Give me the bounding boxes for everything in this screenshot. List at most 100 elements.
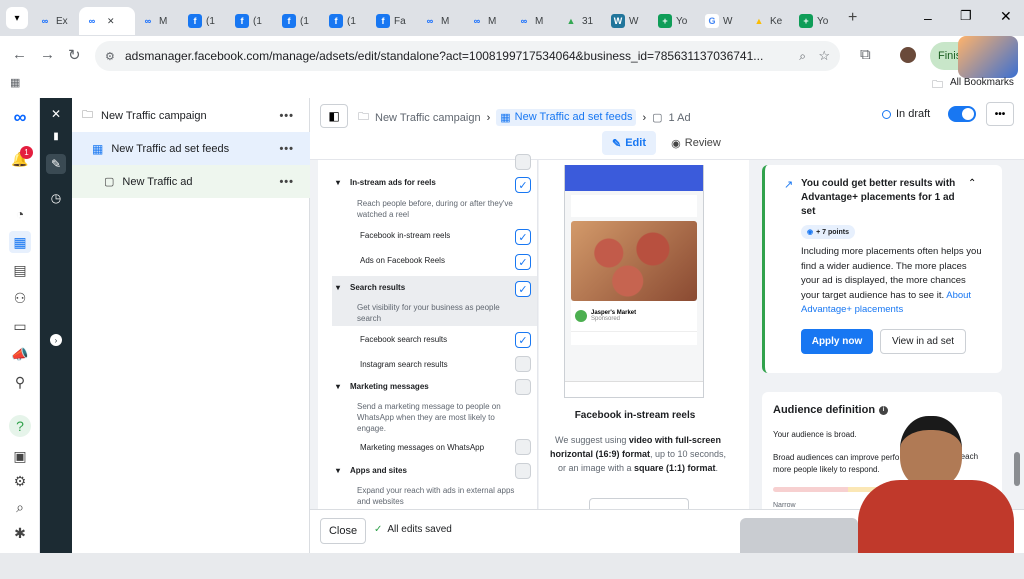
crumb-campaign[interactable]: New Traffic campaign <box>375 112 481 124</box>
browser-tab[interactable]: GW <box>699 7 746 35</box>
billing-icon[interactable]: ▭ <box>9 315 31 337</box>
apps-sites-group[interactable]: ▾ Apps and sites <box>332 466 537 475</box>
placement-checkbox-top[interactable] <box>515 154 531 170</box>
dashboard-icon[interactable]: ◔ <box>9 203 31 225</box>
save-status-label: All edits saved <box>387 524 452 535</box>
browser-tab[interactable]: + Yo <box>652 7 699 35</box>
msg-whatsapp-checkbox[interactable] <box>515 439 531 455</box>
pages-icon[interactable]: ▤ <box>9 259 31 281</box>
browser-tab[interactable]: ∞ M <box>511 7 558 35</box>
collapse-chevron-icon[interactable]: ⌃ <box>968 178 976 189</box>
close-tab-icon[interactable]: ✕ <box>107 16 115 27</box>
edit-pencil-icon[interactable]: ✎ <box>46 154 66 174</box>
save-status: ✓ All edits saved <box>374 524 452 535</box>
reload-icon[interactable]: ↻ <box>68 46 81 64</box>
browser-tab[interactable]: ∞ M <box>417 7 464 35</box>
close-editor-icon[interactable]: ✕ <box>46 104 66 124</box>
browser-tab[interactable]: ▲ 31 <box>558 7 605 35</box>
browser-tab[interactable]: ∞ ✕ <box>79 7 135 35</box>
toggle-sidebar-button[interactable]: ◧ <box>320 104 348 128</box>
review-tab[interactable]: ◉ Review <box>666 131 726 155</box>
back-icon[interactable]: ← <box>12 46 27 63</box>
breadcrumb: 🗀 New Traffic campaign › ▦ New Traffic ad… <box>358 108 691 127</box>
apps-checkbox[interactable] <box>515 463 531 479</box>
browser-tab[interactable]: + Yo <box>793 7 840 35</box>
publish-toggle[interactable] <box>948 106 976 122</box>
restore-button[interactable]: ❐ <box>960 8 972 24</box>
forward-icon[interactable]: → <box>40 46 55 63</box>
trend-icon: ↗ <box>784 179 794 191</box>
browser-tab[interactable]: ∞ M <box>135 7 182 35</box>
address-bar[interactable]: ⚙ adsmanager.facebook.com/manage/adsets/… <box>95 41 840 71</box>
close-window-button[interactable]: ✕ <box>1000 8 1012 25</box>
apps-desc: Expand your reach with ads in external a… <box>357 486 515 506</box>
tree-campaign-row[interactable]: 🗀 New Traffic campaign ••• <box>72 99 310 132</box>
history-clock-icon[interactable]: ◷ <box>46 188 66 208</box>
settings-gear-icon[interactable]: ⚙ <box>9 470 31 492</box>
folder-icon: 🗀 <box>932 79 943 91</box>
msg-checkbox[interactable] <box>515 379 531 395</box>
help-icon[interactable]: ? <box>9 415 31 437</box>
tree-ad-label: New Traffic ad <box>122 175 193 188</box>
instream-title: In-stream ads for reels <box>350 178 436 187</box>
crumb-ad[interactable]: 1 Ad <box>669 112 691 124</box>
browser-tab[interactable]: f Fa <box>370 7 417 35</box>
extensions-icon[interactable]: ⧉ <box>860 46 871 63</box>
edit-tab[interactable]: ✎ Edit <box>602 131 656 155</box>
chart-icon[interactable]: ▮ <box>46 126 66 146</box>
campaign-more-icon[interactable]: ••• <box>279 110 294 122</box>
browser-tab[interactable]: ∞ M <box>464 7 511 35</box>
instream-checkbox[interactable]: ✓ <box>515 177 531 193</box>
search-group[interactable]: ▾ Search results <box>332 283 537 292</box>
apply-now-button[interactable]: Apply now <box>801 329 873 354</box>
instream-group[interactable]: ▾ In-stream ads for reels <box>332 178 537 187</box>
new-tab-button[interactable]: + <box>848 9 857 27</box>
site-info-icon[interactable]: ⚙ <box>105 50 115 63</box>
bug-report-icon[interactable]: ✱ <box>9 522 31 544</box>
ad-more-icon[interactable]: ••• <box>279 176 294 188</box>
meta-logo-icon[interactable]: ∞ <box>9 106 31 128</box>
browser-tab[interactable]: ▲ Ke <box>746 7 793 35</box>
marketing-messages-group[interactable]: ▾ Marketing messages <box>332 382 537 391</box>
tab-label: W <box>629 15 639 27</box>
ads-manager-rail: ∞ 🔔 1 ◔ ▦ ▤ ⚇ ▭ 📣 ⚲ ? ▣ ⚙ ⌕ ✱ <box>0 98 40 553</box>
google-icon: G <box>705 14 719 28</box>
tree-ad-row[interactable]: ▢ New Traffic ad ••• <box>72 165 310 198</box>
reports-icon[interactable]: ▣ <box>9 445 31 467</box>
zoom-icon[interactable]: ⌕ <box>799 49 806 64</box>
ads-megaphone-icon[interactable]: 📣 <box>9 343 31 365</box>
audiences-icon[interactable]: ⚇ <box>9 287 31 309</box>
crumb-adset-tab[interactable]: ▦ New Traffic ad set feeds <box>496 109 637 126</box>
advantage-body: Including more placements often helps yo… <box>801 245 986 318</box>
adset-grid-icon: ▦ <box>500 112 511 124</box>
ig-search-checkbox[interactable] <box>515 356 531 372</box>
fb-instream-checkbox[interactable]: ✓ <box>515 229 531 245</box>
search-icon[interactable]: ⌕ <box>9 496 31 518</box>
browser-tab[interactable]: f (1 <box>323 7 370 35</box>
close-button[interactable]: Close <box>320 518 366 544</box>
adset-more-icon[interactable]: ••• <box>279 143 294 155</box>
search-checkbox[interactable]: ✓ <box>515 281 531 297</box>
profile-avatar-small[interactable] <box>900 47 916 63</box>
business-tools-icon[interactable]: ⚲ <box>9 371 31 393</box>
preview-nav-buttons[interactable] <box>589 498 689 509</box>
apps-grid-icon[interactable]: ▦ <box>10 76 20 89</box>
campaigns-table-icon[interactable]: ▦ <box>9 231 31 253</box>
browser-tab[interactable]: f (1 <box>229 7 276 35</box>
tree-adset-row[interactable]: ▦ New Traffic ad set feeds ••• <box>72 132 310 165</box>
browser-tab[interactable]: f (1 <box>276 7 323 35</box>
browser-tab[interactable]: WW <box>605 7 652 35</box>
more-options-button[interactable]: ••• <box>986 102 1014 126</box>
all-bookmarks-link[interactable]: All Bookmarks <box>950 77 1014 88</box>
tab-search-button[interactable]: ▾ <box>6 7 28 29</box>
status-dot-icon <box>882 109 891 119</box>
minimize-button[interactable]: – <box>924 10 932 26</box>
fb-search-checkbox[interactable]: ✓ <box>515 332 531 348</box>
browser-tab[interactable]: f (1 <box>182 7 229 35</box>
browser-tab[interactable]: ∞ Ex <box>32 7 79 35</box>
points-label: + 7 points <box>816 228 849 236</box>
expand-arrow-icon[interactable]: › <box>46 330 66 350</box>
view-in-adset-button[interactable]: View in ad set <box>880 329 966 354</box>
fb-reels-ads-checkbox[interactable]: ✓ <box>515 254 531 270</box>
bookmark-star-icon[interactable]: ☆ <box>818 48 830 64</box>
